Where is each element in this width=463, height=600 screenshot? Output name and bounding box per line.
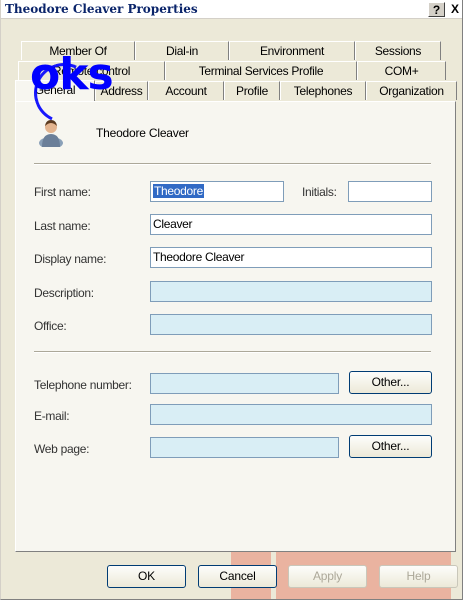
title-bar[interactable]: Theodore Cleaver Properties ? X <box>1 0 462 19</box>
last-name-label: Last name: <box>34 219 91 233</box>
tab-telephones[interactable]: Telephones <box>280 81 366 100</box>
separator-top <box>34 163 431 165</box>
email-field[interactable] <box>150 404 432 425</box>
first-name-value: Theodore <box>153 184 204 198</box>
tab-com-plus[interactable]: COM+ <box>357 61 446 80</box>
webpage-other-button[interactable]: Other... <box>349 435 432 458</box>
tab-organization[interactable]: Organization <box>366 81 457 100</box>
description-field[interactable] <box>150 281 432 302</box>
separator-middle <box>34 351 431 353</box>
first-name-label: First name: <box>34 185 91 199</box>
close-button[interactable]: X <box>448 2 462 17</box>
tab-profile[interactable]: Profile <box>224 81 280 100</box>
display-name-label: Display name: <box>34 252 107 266</box>
initials-label: Initials: <box>302 185 337 199</box>
description-label: Description: <box>34 286 94 300</box>
apply-button[interactable]: Apply <box>288 565 367 588</box>
tab-terminal-services-profile[interactable]: Terminal Services Profile <box>165 61 357 80</box>
telephone-field[interactable] <box>150 373 339 394</box>
user-display-name: Theodore Cleaver <box>96 126 189 140</box>
tab-sessions[interactable]: Sessions <box>355 41 441 60</box>
initials-field[interactable] <box>348 181 432 202</box>
office-label: Office: <box>34 319 67 333</box>
properties-dialog: Theodore Cleaver Properties ? X Member O… <box>0 0 463 600</box>
tab-dial-in[interactable]: Dial-in <box>135 41 229 60</box>
cancel-button[interactable]: Cancel <box>198 565 277 588</box>
telephone-label: Telephone number: <box>34 378 132 392</box>
window-title: Theodore Cleaver Properties <box>5 2 198 16</box>
last-name-field[interactable]: Cleaver <box>150 214 432 235</box>
office-field[interactable] <box>150 314 432 335</box>
help-title-button[interactable]: ? <box>428 2 445 17</box>
first-name-field[interactable]: Theodore <box>150 181 284 202</box>
ok-button[interactable]: OK <box>107 565 186 588</box>
help-button[interactable]: Help <box>379 565 458 588</box>
tab-account[interactable]: Account <box>148 81 224 100</box>
tab-address[interactable]: Address <box>95 81 148 100</box>
display-name-field[interactable]: Theodore Cleaver <box>150 247 432 268</box>
email-label: E-mail: <box>34 409 70 423</box>
webpage-label: Web page: <box>34 442 90 456</box>
telephone-other-button[interactable]: Other... <box>349 371 432 394</box>
webpage-field[interactable] <box>150 437 339 458</box>
tab-member-of[interactable]: Member Of <box>21 41 135 60</box>
tab-environment[interactable]: Environment <box>229 41 355 60</box>
